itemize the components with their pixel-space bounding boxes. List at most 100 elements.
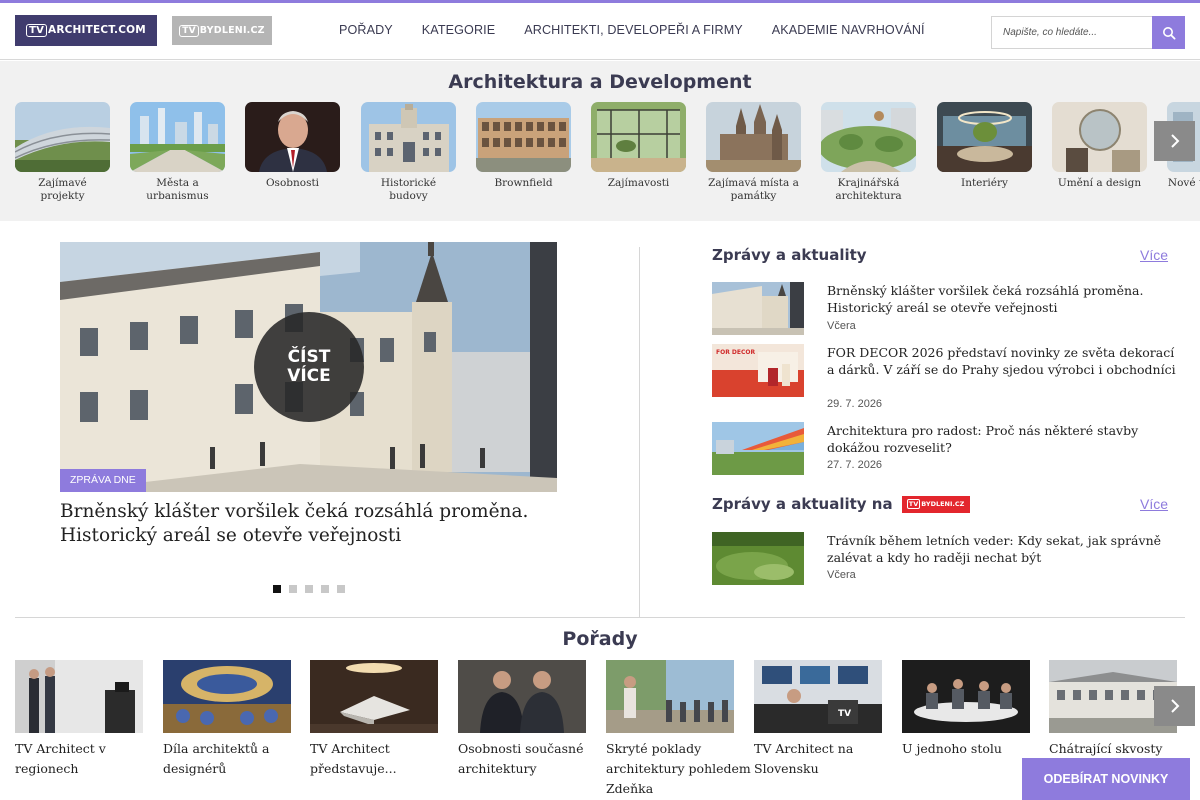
category-title: Architektura a Development bbox=[448, 71, 752, 93]
news-thumbnail bbox=[712, 422, 804, 475]
category-label: Zajímavosti bbox=[607, 177, 670, 189]
nav-item-akademie[interactable]: AKADEMIE NAVRHOVÁNÍ bbox=[772, 23, 925, 37]
glass-pavilion-photo bbox=[591, 102, 686, 172]
news-title: FOR DECOR 2026 představí novinky ze svět… bbox=[827, 345, 1176, 377]
category-label: Brownfield bbox=[494, 177, 553, 189]
show-item[interactable]: U jednoho stolu bbox=[902, 660, 1030, 759]
category-next-button[interactable] bbox=[1154, 121, 1195, 161]
section-divider bbox=[15, 617, 1185, 618]
category-osobnosti[interactable]: Osobnosti bbox=[245, 102, 340, 190]
show-label: Skryté poklady architektury pohledem Zde… bbox=[606, 741, 751, 796]
nav-item-architekti[interactable]: ARCHITEKTI, DEVELOPEŘI A FIRMY bbox=[524, 23, 743, 37]
bydleni-news-heading: Zprávy a aktuality na TV BYDLENI.CZ bbox=[712, 495, 970, 513]
category-label: Umění a design bbox=[1057, 177, 1142, 189]
show-list: TV Architect v regionech Díla architektů… bbox=[15, 660, 1177, 800]
show-label: Osobnosti současné architektury bbox=[458, 741, 584, 776]
tvbydleni-badge-logo[interactable]: TV BYDLENI.CZ bbox=[901, 495, 970, 513]
factory-photo bbox=[476, 102, 571, 172]
logo-tv-mark: TV bbox=[906, 499, 921, 509]
carousel-dot[interactable] bbox=[273, 585, 281, 593]
historic-building-photo bbox=[361, 102, 456, 172]
category-mesta[interactable]: Města a urbanismus bbox=[130, 102, 225, 203]
search-box bbox=[991, 16, 1153, 49]
category-label: Nové technologie bbox=[1167, 177, 1200, 189]
chevron-right-icon bbox=[1170, 699, 1179, 713]
show-item[interactable]: Skryté poklady architektury pohledem Zde… bbox=[606, 660, 751, 799]
news-title: Brněnský klášter voršilek čeká rozsáhlá … bbox=[827, 283, 1144, 315]
interior-photo bbox=[937, 102, 1032, 172]
category-krajinarska[interactable]: Krajinářská architektura bbox=[821, 102, 916, 203]
show-label: Chátrající skvosty bbox=[1049, 741, 1163, 756]
news-thumbnail: FOR DECOR bbox=[712, 344, 804, 397]
read-more-button[interactable]: ČÍST VÍCE bbox=[254, 312, 364, 422]
news-date: 29. 7. 2026 bbox=[827, 398, 883, 410]
category-label: Osobnosti bbox=[265, 177, 320, 189]
tvbydleni-logo[interactable]: TV BYDLENI.CZ bbox=[172, 16, 272, 45]
category-zajimava-mista[interactable]: Zajímavá místa a památky bbox=[706, 102, 801, 203]
category-historicke-budovy[interactable]: Historické budovy bbox=[361, 102, 456, 203]
news-title: Architektura pro radost: Proč nás někter… bbox=[827, 423, 1139, 455]
nav-item-kategorie[interactable]: KATEGORIE bbox=[422, 23, 495, 37]
show-thumbnail bbox=[606, 660, 734, 733]
category-interiery[interactable]: Interiéry bbox=[937, 102, 1032, 190]
show-item[interactable]: TV TV Architect na Slovensku bbox=[754, 660, 882, 779]
hero-title[interactable]: Brněnský klášter voršilek čeká rozsáhlá … bbox=[60, 500, 580, 548]
show-label: TV Architect představuje... bbox=[310, 741, 397, 776]
search-icon bbox=[1162, 26, 1176, 40]
show-thumbnail bbox=[163, 660, 291, 733]
carousel-dots bbox=[273, 585, 345, 593]
porady-title: Pořady bbox=[562, 628, 638, 650]
show-item[interactable]: Díla architektů a designérů bbox=[163, 660, 291, 779]
news-title: Trávník během letních veder: Kdy sekat, … bbox=[827, 533, 1162, 565]
category-brownfield[interactable]: Brownfield bbox=[476, 102, 571, 190]
news-date: 27. 7. 2026 bbox=[827, 459, 883, 471]
carousel-dot[interactable] bbox=[305, 585, 313, 593]
art-photo bbox=[1052, 102, 1147, 172]
logo-tv-mark: TV bbox=[179, 25, 199, 37]
category-strip: Architektura a Development Zajímavé proj… bbox=[0, 61, 1200, 221]
show-thumbnail bbox=[458, 660, 586, 733]
category-label: Krajinářská architektura bbox=[835, 177, 902, 202]
category-zajimavosti[interactable]: Zajímavosti bbox=[591, 102, 686, 190]
news-thumbnail bbox=[712, 282, 804, 335]
category-list: Zajímavé projekty Města a urbanismus Oso… bbox=[15, 102, 1200, 212]
category-zajimave-projekty[interactable]: Zajímavé projekty bbox=[15, 102, 110, 203]
category-label: Města a urbanismus bbox=[146, 177, 209, 202]
category-umeni[interactable]: Umění a design bbox=[1052, 102, 1147, 190]
category-label: Interiéry bbox=[961, 177, 1008, 189]
city-skyline-photo bbox=[130, 102, 225, 172]
nav-item-porady[interactable]: POŘADY bbox=[339, 23, 393, 37]
column-divider bbox=[639, 247, 640, 617]
chevron-right-icon bbox=[1170, 134, 1179, 148]
logo-text: ARCHITECT.COM bbox=[48, 24, 146, 36]
show-item[interactable]: TV Architect představuje... bbox=[310, 660, 438, 779]
show-item[interactable]: TV Architect v regionech bbox=[15, 660, 143, 779]
carousel-dot[interactable] bbox=[337, 585, 345, 593]
subscribe-button[interactable]: ODEBÍRAT NOVINKY bbox=[1022, 758, 1190, 800]
carousel-dot[interactable] bbox=[321, 585, 329, 593]
svg-text:FOR DECOR: FOR DECOR bbox=[716, 349, 755, 356]
bydleni-more-link[interactable]: Více bbox=[1140, 496, 1168, 512]
news-heading-text: Zprávy a aktuality bbox=[712, 246, 867, 264]
svg-text:TV: TV bbox=[838, 709, 851, 719]
show-item[interactable]: Osobnosti současné architektury bbox=[458, 660, 586, 779]
carousel-dot[interactable] bbox=[289, 585, 297, 593]
read-more-line: ČÍST bbox=[287, 347, 331, 367]
news-more-link[interactable]: Více bbox=[1140, 247, 1168, 263]
news-date: Včera bbox=[827, 320, 856, 332]
show-next-button[interactable] bbox=[1154, 686, 1195, 726]
modern-building-photo bbox=[15, 102, 110, 172]
show-thumbnail bbox=[902, 660, 1030, 733]
search-input[interactable] bbox=[1003, 27, 1143, 38]
read-more-line: VÍCE bbox=[287, 366, 331, 386]
category-label: Zajímavé projekty bbox=[38, 177, 87, 202]
news-thumbnail bbox=[712, 532, 804, 585]
news-heading: Zprávy a aktuality bbox=[712, 246, 867, 264]
show-label: TV Architect v regionech bbox=[15, 741, 106, 776]
portrait-photo bbox=[245, 102, 340, 172]
search-button[interactable] bbox=[1152, 16, 1185, 49]
hero-badge: ZPRÁVA DNE bbox=[60, 469, 146, 492]
tvarchitect-logo[interactable]: TV ARCHITECT.COM bbox=[15, 15, 157, 46]
logo-text: BYDLENI.CZ bbox=[199, 25, 265, 36]
show-thumbnail: TV bbox=[754, 660, 882, 733]
